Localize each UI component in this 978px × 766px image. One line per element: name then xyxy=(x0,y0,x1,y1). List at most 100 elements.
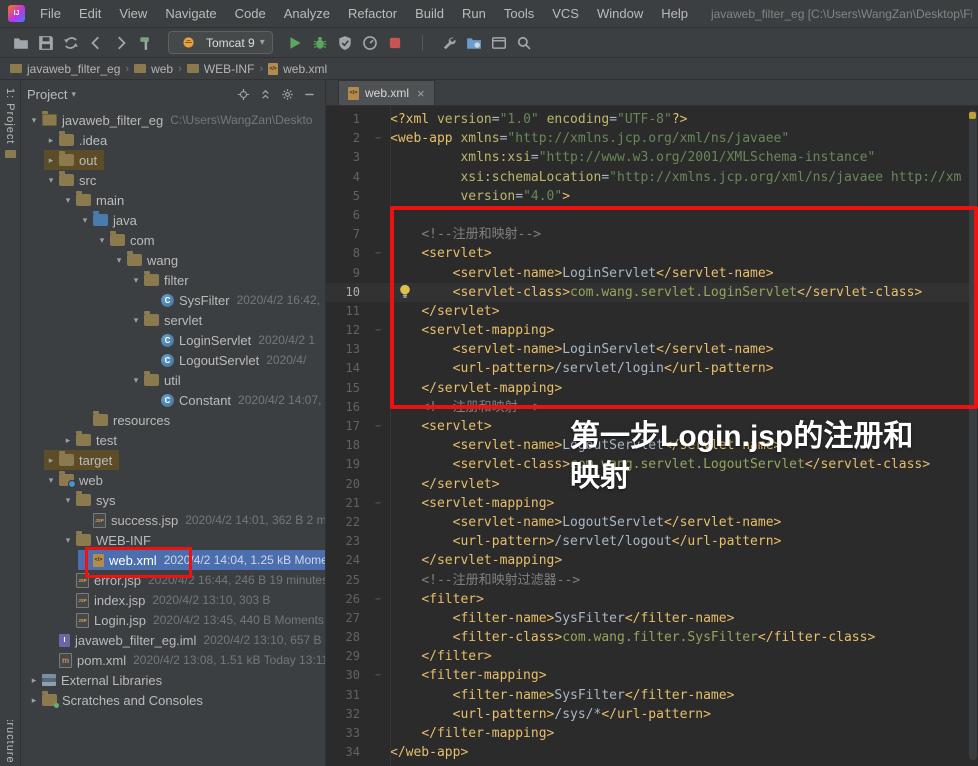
menu-analyze[interactable]: Analyze xyxy=(275,6,339,21)
profiler-icon[interactable] xyxy=(358,32,383,54)
menu-window[interactable]: Window xyxy=(588,6,652,21)
tree-item-out[interactable]: ▸ out xyxy=(21,150,325,170)
menu-tools[interactable]: Tools xyxy=(495,6,543,21)
fold-marker-icon[interactable]: − xyxy=(360,666,390,685)
chevron-down-icon[interactable]: ▾ xyxy=(129,315,143,326)
search-icon[interactable] xyxy=(512,32,537,54)
fold-marker-icon[interactable]: − xyxy=(360,244,390,263)
tree-item-idea[interactable]: ▸ .idea xyxy=(21,130,325,150)
chevron-down-icon[interactable]: ▾ xyxy=(44,175,58,186)
code-line-21[interactable]: 21− <servlet-mapping> xyxy=(326,494,978,513)
coverage-icon[interactable] xyxy=(333,32,358,54)
code-line-10[interactable]: 10 <servlet-class>com.wang.servlet.Login… xyxy=(326,282,978,302)
tool-window-tab-structure[interactable]: Structure xyxy=(0,720,20,766)
chevron-down-icon[interactable]: ▾ xyxy=(78,215,92,226)
locate-icon[interactable] xyxy=(233,83,253,105)
menu-refactor[interactable]: Refactor xyxy=(339,6,406,21)
code-line-20[interactable]: 20 </servlet> xyxy=(326,475,978,494)
code-line-13[interactable]: 13 <servlet-name>LoginServlet</servlet-n… xyxy=(326,340,978,359)
code-line-26[interactable]: 26− <filter> xyxy=(326,590,978,609)
code-line-28[interactable]: 28 <filter-class>com.wang.filter.SysFilt… xyxy=(326,628,978,647)
tool-window-tab-project[interactable]: 1: Project xyxy=(0,88,20,159)
forward-icon[interactable] xyxy=(108,32,133,54)
code-line-11[interactable]: 11 </servlet> xyxy=(326,302,978,321)
chevron-down-icon[interactable]: ▾ xyxy=(44,475,58,486)
tree-item-web-xml[interactable]: web.xml 2020/4/2 14:04, 1.25 kB Mome xyxy=(21,550,325,570)
menu-vcs[interactable]: VCS xyxy=(543,6,588,21)
fold-marker-icon[interactable]: − xyxy=(360,321,390,340)
tree-item-util[interactable]: ▾ util xyxy=(21,370,325,390)
project-structure-icon[interactable] xyxy=(462,32,487,54)
tree-item-main[interactable]: ▾ main xyxy=(21,190,325,210)
editor-scrollbar[interactable] xyxy=(967,106,978,766)
tree-item-resources[interactable]: resources xyxy=(21,410,325,430)
code-line-8[interactable]: 8− <servlet> xyxy=(326,244,978,263)
tree-item-wang[interactable]: ▾ wang xyxy=(21,250,325,270)
run-icon[interactable] xyxy=(283,32,308,54)
fold-marker-icon[interactable]: − xyxy=(360,417,390,436)
tree-item-filter[interactable]: ▾ filter xyxy=(21,270,325,290)
code-line-18[interactable]: 18 <servlet-name>LogoutServlet</servlet-… xyxy=(326,436,978,455)
chevron-down-icon[interactable]: ▾ xyxy=(112,255,126,266)
run-configuration-select[interactable]: Tomcat 9 ▾ xyxy=(168,31,273,54)
code-line-6[interactable]: 6 xyxy=(326,206,978,225)
fold-marker-icon[interactable]: − xyxy=(360,494,390,513)
code-line-22[interactable]: 22 <servlet-name>LogoutServlet</servlet-… xyxy=(326,513,978,532)
tree-item-index-jsp[interactable]: index.jsp 2020/4/2 13:10, 303 B xyxy=(21,590,325,610)
menu-run[interactable]: Run xyxy=(453,6,495,21)
sync-icon[interactable] xyxy=(58,32,83,54)
chevron-down-icon[interactable]: ▾ xyxy=(61,195,75,206)
intention-bulb-icon[interactable] xyxy=(397,283,413,299)
window-icon[interactable] xyxy=(487,32,512,54)
save-icon[interactable] xyxy=(33,32,58,54)
tree-item-javaweb-filter-eg-iml[interactable]: javaweb_filter_eg.iml 2020/4/2 13:10, 657… xyxy=(21,630,325,650)
chevron-down-icon[interactable]: ▾ xyxy=(129,375,143,386)
code-line-19[interactable]: 19 <servlet-class>com.wang.servlet.Logou… xyxy=(326,455,978,474)
chevron-down-icon[interactable]: ▾ xyxy=(61,535,75,546)
code-line-4[interactable]: 4 xsi:schemaLocation="http://xmlns.jcp.o… xyxy=(326,168,978,187)
open-icon[interactable] xyxy=(8,32,33,54)
chevron-right-icon[interactable]: ▸ xyxy=(27,695,41,706)
tree-item-loginservlet[interactable]: LoginServlet 2020/4/2 1 xyxy=(21,330,325,350)
chevron-right-icon[interactable]: ▸ xyxy=(27,675,41,686)
fold-marker-icon[interactable]: − xyxy=(360,590,390,609)
chevron-down-icon[interactable]: ▾ xyxy=(95,235,109,246)
code-line-7[interactable]: 7 <!--注册和映射--> xyxy=(326,225,978,244)
chevron-down-icon[interactable]: ▾ xyxy=(129,275,143,286)
inspection-indicator[interactable] xyxy=(969,112,976,119)
code-line-23[interactable]: 23 <url-pattern>/servlet/logout</url-pat… xyxy=(326,532,978,551)
tree-item-pom-xml[interactable]: pom.xml 2020/4/2 13:08, 1.51 kB Today 13:… xyxy=(21,650,325,670)
code-line-12[interactable]: 12− <servlet-mapping> xyxy=(326,321,978,340)
menu-code[interactable]: Code xyxy=(226,6,275,21)
tree-item-web-inf[interactable]: ▾ WEB-INF xyxy=(21,530,325,550)
code-line-17[interactable]: 17− <servlet> xyxy=(326,417,978,436)
menu-help[interactable]: Help xyxy=(652,6,697,21)
stop-icon[interactable] xyxy=(383,32,408,54)
tree-item-servlet[interactable]: ▾ servlet xyxy=(21,310,325,330)
fold-marker-icon[interactable]: − xyxy=(360,129,390,148)
tree-item-error-jsp[interactable]: error.jsp 2020/4/2 16:44, 246 B 19 minute… xyxy=(21,570,325,590)
code-line-3[interactable]: 3 xmlns:xsi="http://www.w3.org/2001/XMLS… xyxy=(326,148,978,167)
menu-view[interactable]: View xyxy=(110,6,156,21)
collapse-all-icon[interactable] xyxy=(255,83,275,105)
tree-item-external-libraries[interactable]: ▸ External Libraries xyxy=(21,670,325,690)
chevron-right-icon[interactable]: ▸ xyxy=(44,135,58,146)
tree-item-success-jsp[interactable]: success.jsp 2020/4/2 14:01, 362 B 2 mi xyxy=(21,510,325,530)
back-icon[interactable] xyxy=(83,32,108,54)
code-line-31[interactable]: 31 <filter-name>SysFilter</filter-name> xyxy=(326,686,978,705)
editor-tab-webxml[interactable]: web.xml × xyxy=(338,80,435,105)
tree-item-sysfilter[interactable]: SysFilter 2020/4/2 16:42, xyxy=(21,290,325,310)
tree-item-scratches-and-consoles[interactable]: ▸ Scratches and Consoles xyxy=(21,690,325,710)
menu-navigate[interactable]: Navigate xyxy=(156,6,225,21)
code-line-9[interactable]: 9 <servlet-name>LoginServlet</servlet-na… xyxy=(326,264,978,283)
tree-item-test[interactable]: ▸ test xyxy=(21,430,325,450)
code-line-24[interactable]: 24 </servlet-mapping> xyxy=(326,551,978,570)
close-tab-icon[interactable]: × xyxy=(417,87,425,100)
code-line-15[interactable]: 15 </servlet-mapping> xyxy=(326,379,978,398)
hide-icon[interactable] xyxy=(299,83,319,105)
breadcrumb-javaweb-filter-eg[interactable]: javaweb_filter_eg xyxy=(10,62,120,76)
tree-item-com[interactable]: ▾ com xyxy=(21,230,325,250)
breadcrumb-web-inf[interactable]: WEB-INF xyxy=(186,62,254,76)
tree-item-target[interactable]: ▸ target xyxy=(21,450,325,470)
code-line-25[interactable]: 25 <!--注册和映射过滤器--> xyxy=(326,571,978,590)
